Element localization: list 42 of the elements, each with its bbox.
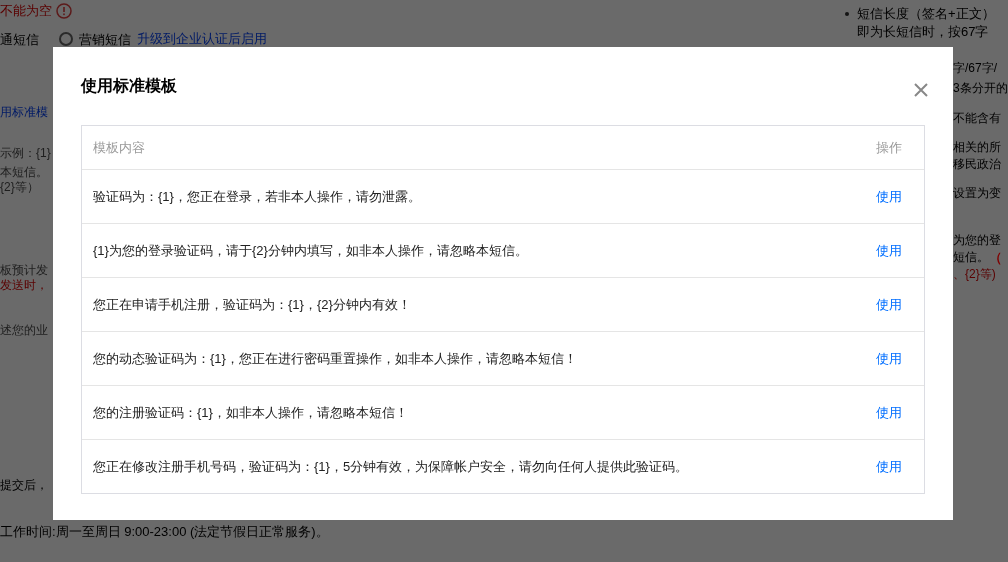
background-text: 短信。 bbox=[953, 250, 989, 265]
use-link[interactable]: 使用 bbox=[876, 187, 902, 206]
background-text: 设置为变 bbox=[953, 186, 1001, 201]
background-text: 不能含有 bbox=[953, 111, 1001, 126]
background-text: {2}等） bbox=[0, 180, 39, 195]
template-text: 您的动态验证码为：{1}，您正在进行密码重置操作，如非本人操作，请忽略本短信！ bbox=[93, 349, 578, 368]
template-text: 验证码为：{1}，您正在登录，若非本人操作，请勿泄露。 bbox=[93, 187, 422, 206]
template-text: 您的注册验证码：{1}，如非本人操作，请忽略本短信！ bbox=[93, 403, 409, 422]
background-text: 述您的业 bbox=[0, 323, 48, 338]
background-text: 板预计发 bbox=[0, 263, 48, 278]
upgrade-link[interactable]: 升级到企业认证后启用 bbox=[137, 30, 267, 48]
bullet-icon bbox=[845, 11, 849, 16]
background-text: （ bbox=[989, 250, 1002, 265]
dialog-title: 使用标准模板 bbox=[81, 75, 177, 96]
error-text: 不能为空 bbox=[0, 2, 52, 20]
column-header: 操作 bbox=[876, 138, 902, 157]
background-text: 发送时， bbox=[0, 278, 48, 293]
template-text: 您正在申请手机注册，验证码为：{1}，{2}分钟内有效！ bbox=[93, 295, 412, 314]
column-header: 模板内容 bbox=[93, 138, 146, 157]
radio-label: 营销短信 bbox=[79, 31, 131, 47]
note-text: 短信长度（签名+正文） bbox=[857, 6, 995, 21]
background-text: 移民政治 bbox=[953, 157, 1001, 172]
background-text: 相关的所 bbox=[953, 140, 1001, 155]
background-text: 本短信。 bbox=[0, 165, 48, 180]
template-text: 您正在修改注册手机号码，验证码为：{1}，5分钟有效，为保障帐户安全，请勿向任何人提供此验证码。 bbox=[93, 457, 690, 476]
alert-icon bbox=[56, 3, 72, 19]
sms-type-label: 通短信 bbox=[0, 31, 39, 47]
use-link[interactable]: 使用 bbox=[876, 403, 902, 422]
close-button[interactable] bbox=[914, 83, 928, 97]
note-text: 即为长短信时，按67字 bbox=[857, 24, 989, 39]
template-text: {1}为您的登录验证码，请于{2}分钟内填写，如非本人操作，请忽略本短信。 bbox=[93, 241, 529, 260]
use-link[interactable]: 使用 bbox=[876, 457, 902, 476]
background-text: 、{2}等) bbox=[953, 267, 996, 282]
background-text: 提交后， bbox=[0, 478, 48, 493]
background-text: 示例：{1} bbox=[0, 146, 51, 161]
use-link[interactable]: 使用 bbox=[876, 349, 902, 368]
use-link[interactable]: 使用 bbox=[876, 295, 902, 314]
background-text: 为您的登 bbox=[953, 233, 1001, 248]
background-text: 用标准模 bbox=[0, 105, 48, 120]
background-text: 3条分开的 bbox=[953, 81, 1008, 96]
use-link[interactable]: 使用 bbox=[876, 241, 902, 260]
background-text: 字/67字/ bbox=[953, 61, 997, 76]
